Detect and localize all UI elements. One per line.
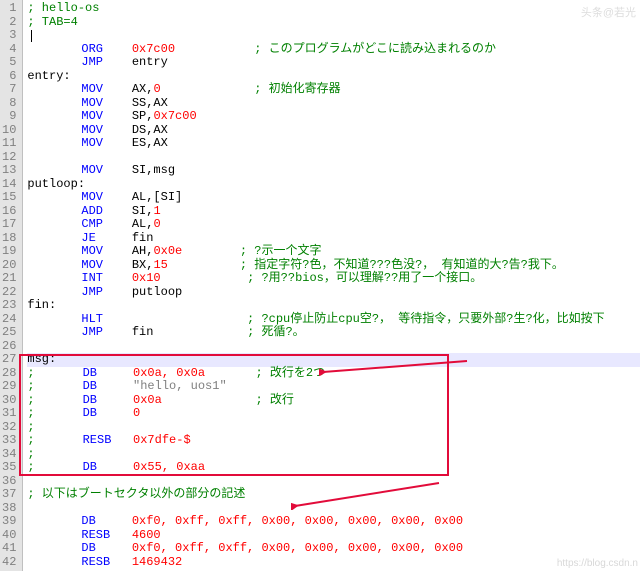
line-number: 33 [2,434,16,448]
label: entry: [27,69,70,83]
line-number: 28 [2,367,16,381]
line-number: 16 [2,205,16,219]
line-number: 42 [2,556,16,570]
label: msg: [27,352,56,366]
line-number: 17 [2,218,16,232]
line-number: 38 [2,502,16,516]
text-cursor [31,30,32,42]
watermark: 头条@若光 [581,4,636,20]
line-number: 40 [2,529,16,543]
line-number: 25 [2,326,16,340]
line-number: 1 [2,2,16,16]
line-number: 27 [2,353,16,367]
watermark-url: https://blog.csdn.n [557,558,638,569]
line-number: 9 [2,110,16,124]
line-number: 22 [2,286,16,300]
comment: ; このプログラムがどこに読み込まれるのか [254,42,496,56]
mnemonic: ORG [81,42,103,56]
comment: ; TAB=4 [27,15,77,29]
line-number: 8 [2,97,16,111]
line-number: 36 [2,475,16,489]
line-number: 35 [2,461,16,475]
line-number: 12 [2,151,16,165]
line-number: 41 [2,542,16,556]
line-number: 23 [2,299,16,313]
line-number: 13 [2,164,16,178]
line-number: 24 [2,313,16,327]
line-number: 30 [2,394,16,408]
label: fin: [27,298,56,312]
line-number: 29 [2,380,16,394]
line-number: 14 [2,178,16,192]
line-number: 32 [2,421,16,435]
label: putloop: [27,177,85,191]
line-number: 37 [2,488,16,502]
line-number: 34 [2,448,16,462]
line-number: 15 [2,191,16,205]
line-number: 19 [2,245,16,259]
line-number: 10 [2,124,16,138]
line-number: 6 [2,70,16,84]
line-number: 3 [2,29,16,43]
code-editor: 1234567891011121314151617181920212223242… [0,0,640,571]
line-number: 20 [2,259,16,273]
comment: ; 以下はブートセクタ以外の部分の記述 [27,487,245,501]
line-number: 26 [2,340,16,354]
line-number: 11 [2,137,16,151]
line-number: 2 [2,16,16,30]
line-number: 21 [2,272,16,286]
line-number: 5 [2,56,16,70]
line-number-gutter: 1234567891011121314151617181920212223242… [0,0,23,571]
code-area[interactable]: ; hello-os ; TAB=4 ORG 0x7c00 ; このプログラムが… [23,0,640,571]
line-number: 31 [2,407,16,421]
line-number: 4 [2,43,16,57]
comment: ; hello-os [27,1,99,15]
line-number: 18 [2,232,16,246]
line-number: 7 [2,83,16,97]
line-number: 39 [2,515,16,529]
